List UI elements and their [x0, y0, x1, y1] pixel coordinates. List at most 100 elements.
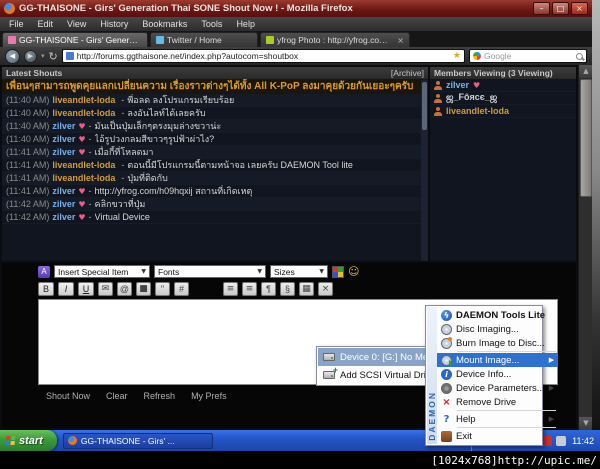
menuitem-disc-imaging[interactable]: Disc Imaging...: [437, 322, 558, 336]
tab-yfrog[interactable]: yfrog Photo : http://yfrog.com/h09hqxij …: [260, 32, 410, 47]
browser-scrollbar[interactable]: ▲ ▼: [578, 65, 593, 430]
minimize-button[interactable]: –: [533, 2, 550, 15]
member-name[interactable]: liveandlet-loda: [446, 106, 509, 116]
members-viewing-panel: Members Viewing (3 Viewing) zilver ♥ ஜ_F…: [430, 67, 576, 261]
shout-username[interactable]: zilver: [52, 134, 75, 144]
remove-format-icon[interactable]: ×: [318, 281, 333, 296]
archive-link[interactable]: [Archive]: [391, 68, 424, 78]
scroll-down-icon[interactable]: ▼: [579, 417, 593, 430]
search-box[interactable]: Google: [469, 49, 587, 63]
menuitem-help[interactable]: ? Help ▶: [437, 412, 558, 426]
refresh-button[interactable]: Refresh: [144, 391, 176, 401]
maximize-button[interactable]: □: [552, 2, 569, 15]
menuitem-label: Device Info...: [456, 368, 512, 380]
member-row[interactable]: zilver ♥: [430, 79, 576, 92]
code-icon[interactable]: #: [174, 281, 189, 296]
clear-button[interactable]: Clear: [106, 391, 128, 401]
shout-username[interactable]: zilver: [52, 199, 75, 209]
shout-now-button[interactable]: Shout Now: [46, 391, 90, 401]
underline-button[interactable]: U: [78, 281, 94, 296]
sizes-dropdown[interactable]: Sizes ▼: [270, 265, 328, 278]
daemon-brand-strip: DAEMON: [427, 307, 437, 444]
menuitem-burn-image[interactable]: Burn Image to Disc...: [437, 336, 558, 350]
close-button[interactable]: ×: [571, 2, 588, 15]
search-engine-label[interactable]: Google: [484, 51, 573, 61]
link-icon[interactable]: @: [117, 281, 132, 296]
url-bar[interactable]: http://forums.ggthaisone.net/index.php?a…: [61, 49, 465, 63]
tab-close-icon[interactable]: ×: [397, 36, 404, 45]
menuitem-label: Disc Imaging...: [456, 323, 519, 335]
scrollbar-thumb[interactable]: [422, 82, 427, 130]
menu-view[interactable]: View: [60, 19, 93, 29]
refresh-icon[interactable]: ↻: [49, 51, 58, 62]
shout-message: พี่อลด ลงโปรแกรมเรียบร้อย: [127, 95, 235, 105]
menuitem-remove-drive[interactable]: × Remove Drive: [437, 395, 558, 409]
menuitem-device-parameters[interactable]: Device Parameters... ▶: [437, 381, 558, 395]
url-text[interactable]: http://forums.ggthaisone.net/index.php?a…: [77, 51, 450, 61]
taskbar-firefox-task[interactable]: GG-THAISONE - Girs' ...: [62, 432, 213, 449]
shout-username[interactable]: zilver: [52, 147, 75, 157]
menu-edit[interactable]: Edit: [31, 19, 61, 29]
member-icon: [434, 80, 442, 90]
shout-username[interactable]: liveandlet-loda: [52, 108, 115, 118]
shout-row: (11:42 AM) zilver ♥ - Virtual Device: [2, 211, 428, 224]
dash-separator: -: [121, 95, 125, 105]
back-button[interactable]: ◀: [5, 48, 20, 64]
search-icon[interactable]: [576, 52, 583, 60]
menu-help[interactable]: Help: [229, 19, 262, 29]
tab-twitter[interactable]: Twitter / Home: [150, 32, 258, 47]
ordered-list-icon[interactable]: ≡: [242, 281, 257, 296]
bookmark-star-icon[interactable]: ★: [453, 51, 461, 61]
align-center-icon[interactable]: §: [280, 281, 295, 296]
insert-special-dropdown[interactable]: Insert Special Item ▼: [54, 265, 150, 278]
member-name[interactable]: ஜ_Fôяcє_ஜ: [446, 92, 497, 104]
shout-row: (11:40 AM) liveandlet-loda - ลงอันไลท์ได…: [2, 107, 428, 120]
fonts-dropdown[interactable]: Fonts ▼: [154, 265, 266, 278]
my-prefs-button[interactable]: My Prefs: [191, 391, 227, 401]
text-color-icon[interactable]: [332, 265, 344, 278]
menu-file[interactable]: File: [2, 19, 31, 29]
quote-icon[interactable]: ": [155, 281, 170, 296]
history-dropdown-icon[interactable]: ▾: [41, 52, 45, 60]
member-name[interactable]: zilver: [446, 80, 469, 90]
menuitem-daemon-tools-lite[interactable]: ϟ DAEMON Tools Lite: [437, 308, 558, 322]
shout-username[interactable]: zilver: [52, 121, 75, 131]
menuitem-device0[interactable]: Device 0: [G:] No Media: [318, 348, 441, 366]
list-icon[interactable]: ≡: [223, 281, 238, 296]
scroll-up-icon[interactable]: ▲: [579, 65, 593, 78]
menuitem-exit[interactable]: Exit: [437, 429, 558, 443]
daemon-brand-text: DAEMON: [427, 391, 437, 441]
shout-username[interactable]: liveandlet-loda: [52, 173, 115, 183]
daemon-tools-menu: DAEMON ϟ DAEMON Tools Lite Disc Imaging.…: [425, 305, 559, 446]
forward-button[interactable]: ▶: [24, 49, 37, 63]
shout-username[interactable]: zilver: [52, 186, 75, 196]
tab-ggthaisone[interactable]: GG-THAISONE - Girs' Generation Thai SO..…: [2, 32, 148, 47]
scrollbar-thumb[interactable]: [580, 79, 592, 197]
menuitem-device-info[interactable]: i Device Info...: [437, 367, 558, 381]
menuitem-add-scsi-drive[interactable]: Add SCSI Virtual Drive: [318, 365, 436, 384]
menu-tools[interactable]: Tools: [194, 19, 229, 29]
italic-button[interactable]: I: [58, 281, 74, 296]
insert-table-icon[interactable]: ▦: [299, 281, 314, 296]
start-button[interactable]: start: [0, 430, 57, 451]
titlebar[interactable]: GG-THAISONE - Girs' Generation Thai SONE…: [0, 0, 592, 17]
menu-history[interactable]: History: [93, 19, 135, 29]
menuitem-label: Device Parameters...: [456, 382, 545, 394]
menu-bookmarks[interactable]: Bookmarks: [135, 19, 194, 29]
bold-button[interactable]: B: [38, 281, 54, 296]
member-row[interactable]: liveandlet-loda: [430, 105, 576, 118]
shout-username[interactable]: liveandlet-loda: [52, 95, 115, 105]
align-left-icon[interactable]: ¶: [261, 281, 276, 296]
shout-username[interactable]: zilver: [52, 212, 75, 222]
taskbar-clock: 11:42: [572, 435, 594, 446]
member-row[interactable]: ஜ_Fôяcє_ஜ: [430, 92, 576, 105]
email-icon[interactable]: ✉: [98, 281, 113, 296]
smiley-icon[interactable]: ☺: [348, 265, 359, 278]
shout-username[interactable]: liveandlet-loda: [52, 160, 115, 170]
shout-message[interactable]: http://yfrog.com/h09hqxij สถานที่เกิดเหต…: [95, 185, 253, 197]
menuitem-mount-image[interactable]: Mount Image... ▶: [437, 353, 559, 367]
shout-list-scrollbar[interactable]: [421, 80, 428, 261]
google-icon: [473, 52, 481, 60]
member-icon: [434, 106, 442, 116]
image-icon[interactable]: ■: [136, 281, 151, 296]
